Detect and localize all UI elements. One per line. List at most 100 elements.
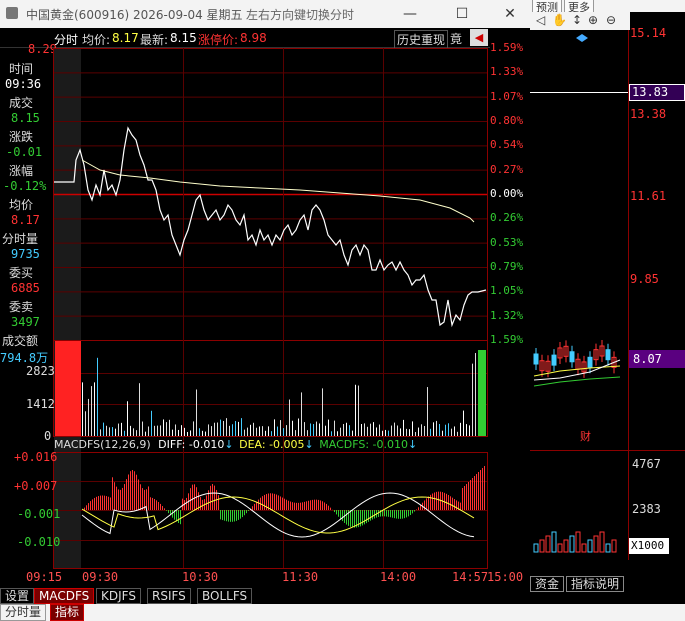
- volume-bar: [397, 425, 398, 436]
- tab-indicator[interactable]: 指标: [50, 604, 85, 621]
- macd-bar: [98, 496, 99, 510]
- macd-bar: [398, 510, 399, 519]
- volume-bar: [442, 430, 443, 436]
- volume-bar: [163, 419, 164, 436]
- macd-bar: [140, 484, 141, 510]
- volume-bar: [85, 411, 86, 436]
- macd-bar: [318, 499, 319, 510]
- volume-bar: [355, 384, 356, 436]
- macd-bar: [436, 491, 437, 510]
- side-price-label: 15.14: [630, 26, 667, 40]
- volume-bar: [196, 389, 197, 436]
- volume-bar: [337, 431, 338, 436]
- side-volume-bar: [605, 543, 611, 553]
- macd-bar: [368, 510, 369, 522]
- volume-bar: [313, 424, 314, 436]
- volume-bar: [154, 425, 155, 436]
- side-volume-bar: [569, 535, 575, 553]
- volume-bar: [241, 418, 242, 436]
- volume-bar: [235, 421, 236, 436]
- volume-bar: [451, 428, 452, 436]
- macd-bar: [430, 494, 431, 510]
- time-axis-label: 14:00: [380, 570, 417, 584]
- macd-bar: [202, 499, 203, 510]
- down-arrow-icon: ↓: [408, 438, 418, 451]
- macd-bar: [126, 479, 127, 510]
- volume-bar: [175, 424, 176, 436]
- time-axis-label: 11:30: [282, 570, 319, 584]
- macd-label: MACDFS:: [319, 438, 370, 451]
- macd-bar: [426, 498, 427, 510]
- price-axis-label: 1.59%: [490, 333, 524, 346]
- macd-bar: [478, 472, 479, 510]
- macd-bar: [294, 502, 295, 510]
- macd-bar: [334, 510, 335, 513]
- side-volume-bar: [539, 539, 545, 553]
- side-volume-label: 4767: [632, 457, 661, 471]
- volume-bar: [130, 425, 131, 436]
- macd-bar: [110, 497, 111, 510]
- macd-bar: [454, 499, 455, 510]
- macd-bar: [210, 485, 211, 510]
- dea-value: -0.005: [269, 438, 305, 451]
- macd-bar: [438, 491, 439, 510]
- macd-bar: [168, 510, 169, 514]
- volume-bar: [211, 426, 212, 436]
- volume-bar: [55, 341, 81, 436]
- macd-bar: [370, 510, 371, 521]
- macd-bar: [292, 502, 293, 510]
- volume-bar: [376, 427, 377, 436]
- macd-bar: [200, 497, 201, 510]
- volume-bar: [223, 420, 224, 436]
- volume-bar: [82, 382, 83, 436]
- tab-minute-volume[interactable]: 分时量: [0, 604, 47, 621]
- volume-bar: [289, 399, 290, 436]
- volume-bar: [160, 425, 161, 436]
- macd-bar: [240, 510, 241, 519]
- macd-bar: [148, 486, 149, 510]
- macd-bar: [252, 506, 253, 510]
- tab-rsifs[interactable]: RSIFS: [147, 588, 191, 604]
- macd-bar: [108, 496, 109, 510]
- macd-bar: [480, 470, 481, 510]
- macd-bar: [314, 499, 315, 510]
- macd-bar: [96, 496, 97, 510]
- volume-bar: [427, 387, 428, 436]
- macd-bar: [196, 487, 197, 510]
- side-price-label: 9.85: [630, 272, 659, 286]
- macd-bar: [316, 499, 317, 510]
- macd-bar: [274, 493, 275, 510]
- volume-bar: [454, 426, 455, 436]
- macd-bar: [414, 510, 415, 512]
- tab-bollfs[interactable]: BOLLFS: [197, 588, 253, 604]
- side-price-label: 11.61: [630, 189, 667, 203]
- volume-bar: [256, 427, 257, 436]
- tab-funds[interactable]: 资金: [530, 576, 565, 592]
- volume-bar: [286, 425, 287, 436]
- macd-bar: [466, 484, 467, 510]
- volume-bar: [310, 423, 311, 436]
- macd-bar: [340, 510, 341, 519]
- volume-bar: [190, 430, 191, 436]
- volume-bar: [475, 353, 476, 436]
- volume-bar: [115, 428, 116, 436]
- tab-indicator-help[interactable]: 指标说明: [566, 576, 625, 592]
- volume-bar: [103, 422, 104, 436]
- macd-bar: [232, 510, 233, 522]
- volume-bar: [352, 430, 353, 436]
- tab-macdfs[interactable]: MACDFS: [34, 588, 95, 604]
- volume-bar: [328, 419, 329, 436]
- macd-bar: [136, 474, 137, 510]
- volume-bar: [262, 426, 263, 436]
- macd-bar: [278, 495, 279, 510]
- tab-kdjfs[interactable]: KDJFS: [96, 588, 141, 604]
- macd-bar: [286, 499, 287, 510]
- macd-bar: [120, 489, 121, 510]
- macd-axis-label: -0.001: [17, 507, 61, 521]
- tab-settings[interactable]: 设置: [0, 588, 35, 604]
- macd-bar: [222, 510, 223, 521]
- time-axis-label: 09:30: [82, 570, 119, 584]
- volume-bar: [460, 422, 461, 436]
- macd-bar: [322, 501, 323, 510]
- finance-marker[interactable]: 财: [580, 428, 591, 444]
